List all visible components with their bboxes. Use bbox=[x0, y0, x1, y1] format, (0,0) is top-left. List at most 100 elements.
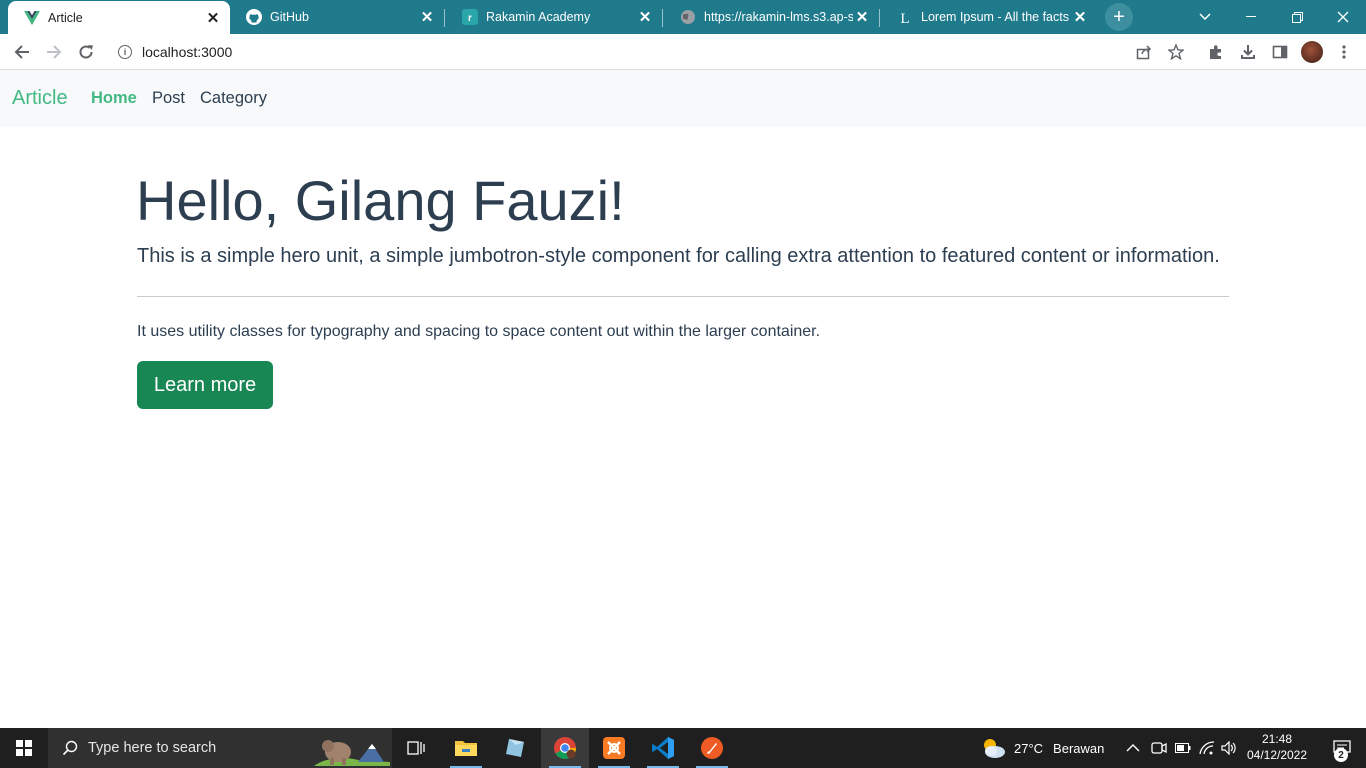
weather-widget[interactable]: 27°C Berawan bbox=[980, 728, 1104, 768]
globe-icon bbox=[680, 9, 696, 25]
tab-title: Lorem Ipsum - All the facts - bbox=[921, 10, 1071, 24]
chevron-down-icon bbox=[1199, 13, 1211, 21]
folder-icon bbox=[455, 741, 477, 756]
vue-icon bbox=[24, 10, 40, 26]
address-bar[interactable]: i localhost:3000 bbox=[108, 38, 1194, 66]
wifi-icon bbox=[1199, 741, 1215, 755]
close-icon[interactable]: ✕ bbox=[1071, 8, 1089, 26]
search-placeholder[interactable]: Type here to search bbox=[88, 740, 216, 756]
puzzle-icon bbox=[1210, 45, 1221, 59]
taskbar-notes-app[interactable] bbox=[491, 728, 539, 768]
learn-more-button[interactable]: Learn more bbox=[137, 361, 273, 409]
close-icon[interactable]: ✕ bbox=[204, 9, 222, 27]
url-text[interactable]: localhost:3000 bbox=[142, 44, 232, 60]
profile-avatar[interactable] bbox=[1301, 41, 1323, 63]
minimize-icon bbox=[1246, 16, 1256, 17]
hero-title: Hello, Gilang Fauzi! bbox=[136, 169, 625, 232]
side-panel-button[interactable] bbox=[1268, 40, 1292, 64]
restore-button[interactable] bbox=[1274, 0, 1320, 34]
tab-search-button[interactable] bbox=[1182, 0, 1228, 34]
site-navbar: Article Home Post Category bbox=[0, 70, 1366, 127]
brand-link[interactable]: Article bbox=[12, 87, 68, 110]
hero-text: It uses utility classes for typography a… bbox=[137, 323, 821, 340]
extensions-button[interactable] bbox=[1204, 40, 1228, 64]
browser-toolbar: i localhost:3000 bbox=[0, 34, 1366, 70]
nav-link-home[interactable]: Home bbox=[91, 89, 137, 108]
show-hidden-icons-button[interactable] bbox=[1126, 728, 1140, 768]
tab-github[interactable]: GitHub ✕ bbox=[230, 0, 444, 34]
share-icon bbox=[1136, 45, 1152, 60]
clock-time: 21:48 bbox=[1261, 732, 1293, 746]
network-indicator[interactable] bbox=[1199, 728, 1215, 768]
taskbar-xampp[interactable] bbox=[590, 728, 638, 768]
taskbar-clock[interactable]: 21:48 04/12/2022 bbox=[1238, 731, 1316, 763]
back-button[interactable] bbox=[8, 38, 36, 66]
taskbar-file-explorer[interactable] bbox=[442, 728, 490, 768]
close-icon[interactable]: ✕ bbox=[636, 8, 654, 26]
tab-title: https://rakamin-lms.s3.ap-so bbox=[704, 10, 853, 24]
downloads-button[interactable] bbox=[1236, 40, 1260, 64]
tab-rakamin-lms[interactable]: https://rakamin-lms.s3.ap-so ✕ bbox=[664, 0, 879, 34]
taskbar-search[interactable]: Type here to search bbox=[48, 728, 392, 768]
forward-button[interactable] bbox=[40, 38, 68, 66]
nav-link-category[interactable]: Category bbox=[200, 89, 267, 108]
minimize-button[interactable] bbox=[1228, 0, 1274, 34]
weather-temperature: 27°C bbox=[1014, 740, 1044, 756]
reload-button[interactable] bbox=[72, 38, 100, 66]
tab-rakamin[interactable]: r Rakamin Academy ✕ bbox=[446, 0, 662, 34]
chrome-icon bbox=[554, 737, 576, 759]
tab-separator bbox=[879, 9, 880, 27]
star-icon bbox=[1168, 44, 1184, 60]
share-button[interactable] bbox=[1132, 40, 1156, 64]
menu-button[interactable] bbox=[1332, 40, 1356, 64]
download-icon bbox=[1241, 45, 1255, 59]
cloudy-icon bbox=[984, 739, 1005, 758]
reload-icon bbox=[79, 45, 93, 59]
close-icon bbox=[1337, 11, 1349, 23]
taskbar-postman[interactable] bbox=[688, 728, 736, 768]
hero-lead: This is a simple hero unit, a simple jum… bbox=[137, 245, 1220, 267]
tab-title: Article bbox=[48, 10, 83, 25]
taskbar-vscode[interactable] bbox=[639, 728, 687, 768]
meet-now-button[interactable] bbox=[1151, 728, 1167, 768]
tab-article[interactable]: Article ✕ bbox=[8, 1, 230, 34]
taskbar-chrome[interactable] bbox=[541, 728, 589, 768]
battery-indicator[interactable] bbox=[1175, 728, 1191, 768]
notes-app-icon bbox=[506, 739, 524, 757]
side-panel-icon bbox=[1272, 45, 1288, 59]
weather-description: Berawan bbox=[1053, 740, 1105, 756]
tab-title: GitHub bbox=[270, 10, 309, 24]
camera-icon bbox=[1151, 742, 1167, 754]
close-icon[interactable]: ✕ bbox=[418, 8, 436, 26]
arrow-left-icon bbox=[14, 45, 29, 59]
search-highlight-icon bbox=[314, 740, 390, 766]
close-window-button[interactable] bbox=[1320, 0, 1366, 34]
hero-divider bbox=[137, 296, 1229, 297]
windows-icon bbox=[16, 740, 32, 756]
task-view-icon bbox=[407, 741, 425, 755]
arrow-right-icon bbox=[47, 45, 62, 59]
search-icon bbox=[60, 738, 80, 758]
windows-taskbar: Type here to search 27°C Berawan 21:48 0… bbox=[0, 728, 1366, 768]
start-button[interactable] bbox=[0, 728, 48, 768]
nav-link-post[interactable]: Post bbox=[152, 89, 185, 108]
close-icon[interactable]: ✕ bbox=[853, 8, 871, 26]
xampp-icon bbox=[603, 737, 625, 759]
tab-separator bbox=[444, 9, 445, 27]
bookmark-button[interactable] bbox=[1164, 40, 1188, 64]
notification-count-badge: 2 bbox=[1334, 748, 1348, 762]
lipsum-icon: L bbox=[897, 9, 913, 25]
tab-lorem-ipsum[interactable]: L Lorem Ipsum - All the facts - ✕ bbox=[881, 0, 1097, 34]
speaker-icon bbox=[1221, 741, 1236, 755]
tab-title: Rakamin Academy bbox=[486, 10, 591, 24]
volume-indicator[interactable] bbox=[1221, 728, 1237, 768]
tab-separator bbox=[662, 9, 663, 27]
clock-date: 04/12/2022 bbox=[1246, 748, 1308, 762]
new-tab-button[interactable]: + bbox=[1105, 3, 1133, 31]
browser-tab-strip: Article ✕ GitHub ✕ r Rakamin Academy ✕ h… bbox=[0, 0, 1366, 34]
task-view-button[interactable] bbox=[392, 728, 440, 768]
info-icon[interactable]: i bbox=[118, 45, 132, 59]
svg-text:L: L bbox=[900, 11, 909, 25]
github-icon bbox=[246, 9, 262, 25]
chevron-up-icon bbox=[1126, 744, 1140, 752]
